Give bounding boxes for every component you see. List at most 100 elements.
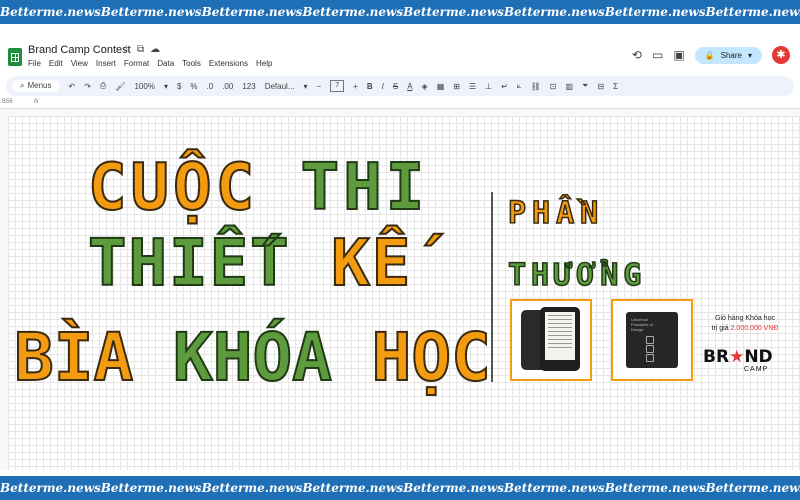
title-line-1: CUỘC THI <box>87 155 428 221</box>
chart-icon[interactable]: ▥ <box>565 82 573 91</box>
prize-device-box: Universal Principles of Design <box>611 299 693 381</box>
menu-tools[interactable]: Tools <box>182 59 201 68</box>
title-word: KẾ <box>330 227 413 301</box>
link-icon[interactable]: ⛓ <box>531 82 541 91</box>
cloud-icon[interactable]: ☁ <box>150 44 166 55</box>
strikethrough-button[interactable]: S <box>393 82 398 91</box>
redo-icon[interactable]: ↷ <box>84 82 91 91</box>
undo-icon[interactable]: ↶ <box>69 82 76 91</box>
paint-format-icon[interactable]: 🖌 <box>115 82 125 91</box>
comment-icon[interactable]: ▭ <box>652 48 663 62</box>
menu-file[interactable]: File <box>28 59 41 68</box>
font-size-input[interactable]: 7 <box>330 80 345 92</box>
percent-button[interactable]: % <box>190 82 197 91</box>
prize-kindle-box <box>510 299 592 381</box>
watermark-text: Betterme.news <box>201 481 303 495</box>
title-word: HỌC <box>371 319 492 396</box>
course-price: 2.000.000 VNĐ <box>730 325 779 332</box>
meet-icon[interactable]: ▣ <box>673 48 684 62</box>
font-size-decrease[interactable]: − <box>317 82 322 91</box>
search-icon: ⌕ <box>20 81 25 90</box>
bold-button[interactable]: B <box>367 82 373 91</box>
title-line-2: THIẾT KẾ <box>87 231 412 297</box>
brand-logo: BR★ND <box>703 347 773 367</box>
watermark-text: Betterme.news <box>403 5 504 19</box>
device-icon <box>646 345 654 353</box>
toolbar: ⌕ Menus ↶ ↷ ⎙ 🖌 100% ▾ $ % .0 .00 123 De… <box>6 76 794 96</box>
header-tools: ⟲ ▭ ▣ 🔒 Share ▾ ✱ <box>632 46 790 64</box>
menus-search[interactable]: ⌕ Menus <box>12 80 60 92</box>
fx-icon: fx <box>34 99 39 105</box>
menu-view[interactable]: View <box>71 59 88 68</box>
course-value-prefix: trị giá <box>711 325 729 332</box>
currency-button[interactable]: $ <box>177 82 181 91</box>
italic-button[interactable]: I <box>382 82 384 91</box>
menu-bar: File Edit View Insert Format Data Tools … <box>28 59 272 68</box>
title-word: THIẾT <box>87 227 291 301</box>
align-icon[interactable]: ☰ <box>469 82 476 91</box>
rotate-icon[interactable]: ⟀ <box>517 81 522 91</box>
menu-format[interactable]: Format <box>124 59 149 68</box>
share-label: Share <box>720 50 742 60</box>
text-color-button[interactable]: A <box>407 82 412 91</box>
course-label: Giỏ hàng Khóa học <box>715 315 775 322</box>
title-word: BÌA <box>13 319 134 396</box>
font-select[interactable]: Defaul... <box>265 82 295 91</box>
title-word: THI <box>300 151 429 225</box>
history-icon[interactable]: ⟲ <box>632 48 642 62</box>
increase-decimal-button[interactable]: .00 <box>222 82 233 91</box>
filter-icon[interactable]: ⏷ <box>582 81 588 91</box>
comment-add-icon[interactable]: ⊡ <box>550 82 557 91</box>
functions-icon[interactable]: Σ <box>613 82 618 91</box>
valign-icon[interactable]: ⊥ <box>485 82 492 91</box>
sheets-logo-icon[interactable] <box>8 48 22 66</box>
watermark-text: Betterme.news <box>201 5 303 19</box>
share-button[interactable]: 🔒 Share ▾ <box>694 46 762 64</box>
watermark-text: Betterme.news <box>0 5 101 19</box>
watermark-text: Betterme.news <box>604 481 706 495</box>
move-icon[interactable]: ⧉ <box>137 44 150 55</box>
wrap-icon[interactable]: ↵ <box>501 82 508 91</box>
fill-color-icon[interactable]: ◈ <box>422 82 428 91</box>
watermark-text: Betterme.news <box>302 5 404 19</box>
merge-icon[interactable]: ⊞ <box>453 82 460 91</box>
watermark-text: Betterme.news <box>503 481 605 495</box>
number-format-button[interactable]: 123 <box>242 82 255 91</box>
print-icon[interactable]: ⎙ <box>100 81 106 91</box>
watermark-text: Betterme.news <box>100 5 202 19</box>
brand-star-icon: ★ <box>729 347 745 367</box>
views-icon[interactable]: ⊟ <box>597 82 604 91</box>
watermark-text: Betterme.news <box>705 481 800 495</box>
watermark-text: Betterme.news <box>302 481 404 495</box>
course-prize-text: Giỏ hàng Khóa học trị giá 2.000.000 VNĐ <box>703 314 787 334</box>
decrease-decimal-button[interactable]: .0 <box>207 82 214 91</box>
watermark-text: Betterme.news <box>100 481 202 495</box>
menu-data[interactable]: Data <box>157 59 174 68</box>
watermark-text: Betterme.news <box>403 481 504 495</box>
font-size-increase[interactable]: + <box>353 82 358 91</box>
brand-left: BR <box>703 347 730 367</box>
chevron-down-icon: ▾ <box>163 81 168 91</box>
device-icon <box>646 354 654 362</box>
title-word: CUỘC <box>87 151 259 225</box>
title-word: KHÓA <box>172 319 333 396</box>
menu-insert[interactable]: Insert <box>96 59 116 68</box>
zoom-select[interactable]: 100% <box>134 82 154 91</box>
menus-label: Menus <box>27 81 52 90</box>
menu-help[interactable]: Help <box>256 59 272 68</box>
lock-icon: 🔒 <box>704 50 715 60</box>
kindle-screen <box>545 312 575 360</box>
title-bar: Brand Camp Contest ☆⧉☁ File Edit View In… <box>0 40 800 74</box>
menu-extensions[interactable]: Extensions <box>209 59 248 68</box>
menu-edit[interactable]: Edit <box>49 59 63 68</box>
star-icon[interactable]: ☆ <box>122 44 137 55</box>
course-value: trị giá 2.000.000 VNĐ <box>703 324 787 334</box>
watermark-text: Betterme.news <box>503 5 605 19</box>
watermark-text: Betterme.news <box>705 5 800 19</box>
avatar[interactable]: ✱ <box>772 46 790 64</box>
device-text: Universal Principles of Design <box>631 317 653 332</box>
document-title[interactable]: Brand Camp Contest <box>28 44 131 56</box>
book-device-image: Universal Principles of Design <box>626 312 678 368</box>
name-box[interactable]: B56 <box>2 99 13 105</box>
borders-icon[interactable]: ▦ <box>437 82 445 91</box>
